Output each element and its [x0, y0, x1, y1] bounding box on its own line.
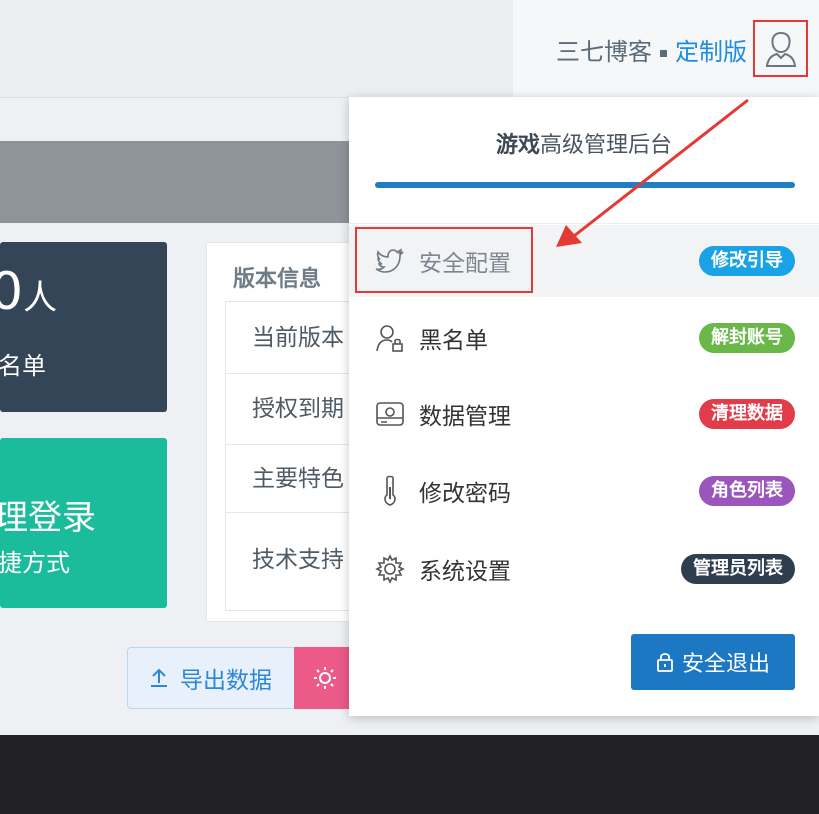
secondary-action-button[interactable]: [294, 647, 354, 709]
badge-modify-guide[interactable]: 修改引导: [699, 246, 795, 276]
menu-item-label: 数据管理: [419, 404, 511, 430]
footer: [0, 735, 819, 814]
brand-separator: [660, 49, 667, 57]
menu-item-data-management[interactable]: 数据管理 清理数据: [349, 378, 819, 450]
stat-label: 名单: [0, 352, 46, 380]
version-info-panel: 版本信息 当前版本 授权到期 主要特色 技术支持: [206, 242, 376, 622]
logout-button[interactable]: 安全退出: [631, 634, 795, 690]
user-lock-icon: [375, 323, 405, 353]
brand-name: 三七博客: [556, 38, 652, 66]
dropdown-title: 游戏高级管理后台: [495, 133, 673, 158]
dropdown-progress-fill: [375, 182, 795, 188]
version-info-title: 版本信息: [233, 267, 322, 292]
sun-icon: [314, 667, 336, 689]
badge-role-list[interactable]: 角色列表: [699, 476, 795, 506]
user-menu-button[interactable]: [753, 20, 808, 77]
hard-drive-icon: [375, 399, 405, 429]
badge-unban-account[interactable]: 解封账号: [699, 323, 795, 353]
dropdown-divider: [349, 223, 819, 224]
badge-admin-list[interactable]: 管理员列表: [681, 554, 795, 584]
brand-title: 三七博客 定制版: [556, 32, 747, 67]
export-data-label: 导出数据: [180, 668, 272, 694]
action-card-subtitle: 捷方式: [0, 549, 70, 577]
menu-item-system-settings[interactable]: 系统设置 管理员列表: [349, 533, 819, 605]
menu-item-label: 系统设置: [419, 559, 511, 585]
menu-item-change-password[interactable]: 修改密码 角色列表: [349, 455, 819, 527]
stat-number: 0人: [0, 262, 58, 322]
thermometer-icon: [375, 475, 405, 506]
menu-item-blacklist[interactable]: 黑名单 解封账号: [349, 302, 819, 374]
action-card[interactable]: 理登录 捷方式: [0, 438, 167, 608]
stat-card[interactable]: 0人 名单: [0, 242, 167, 412]
menu-item-label: 黑名单: [419, 328, 488, 354]
dropdown-progress-bar: [375, 182, 795, 188]
badge-clear-data[interactable]: 清理数据: [699, 399, 795, 429]
gear-icon: [375, 554, 405, 584]
edition-label[interactable]: 定制版: [675, 38, 747, 66]
annotation-highlight-box: [355, 227, 533, 293]
lock-icon: [657, 653, 673, 672]
export-data-button[interactable]: 导出数据: [127, 647, 297, 709]
page-banner: [0, 141, 360, 223]
user-dropdown-menu: 游戏高级管理后台 安全配置 修改引导 黑名单 解封账号 数据管理 清理数据 修改…: [349, 97, 819, 716]
user-icon: [765, 31, 796, 67]
logout-label: 安全退出: [681, 652, 770, 677]
upload-icon: [151, 668, 167, 687]
menu-item-label: 修改密码: [419, 481, 511, 507]
action-card-title: 理登录: [0, 498, 96, 538]
